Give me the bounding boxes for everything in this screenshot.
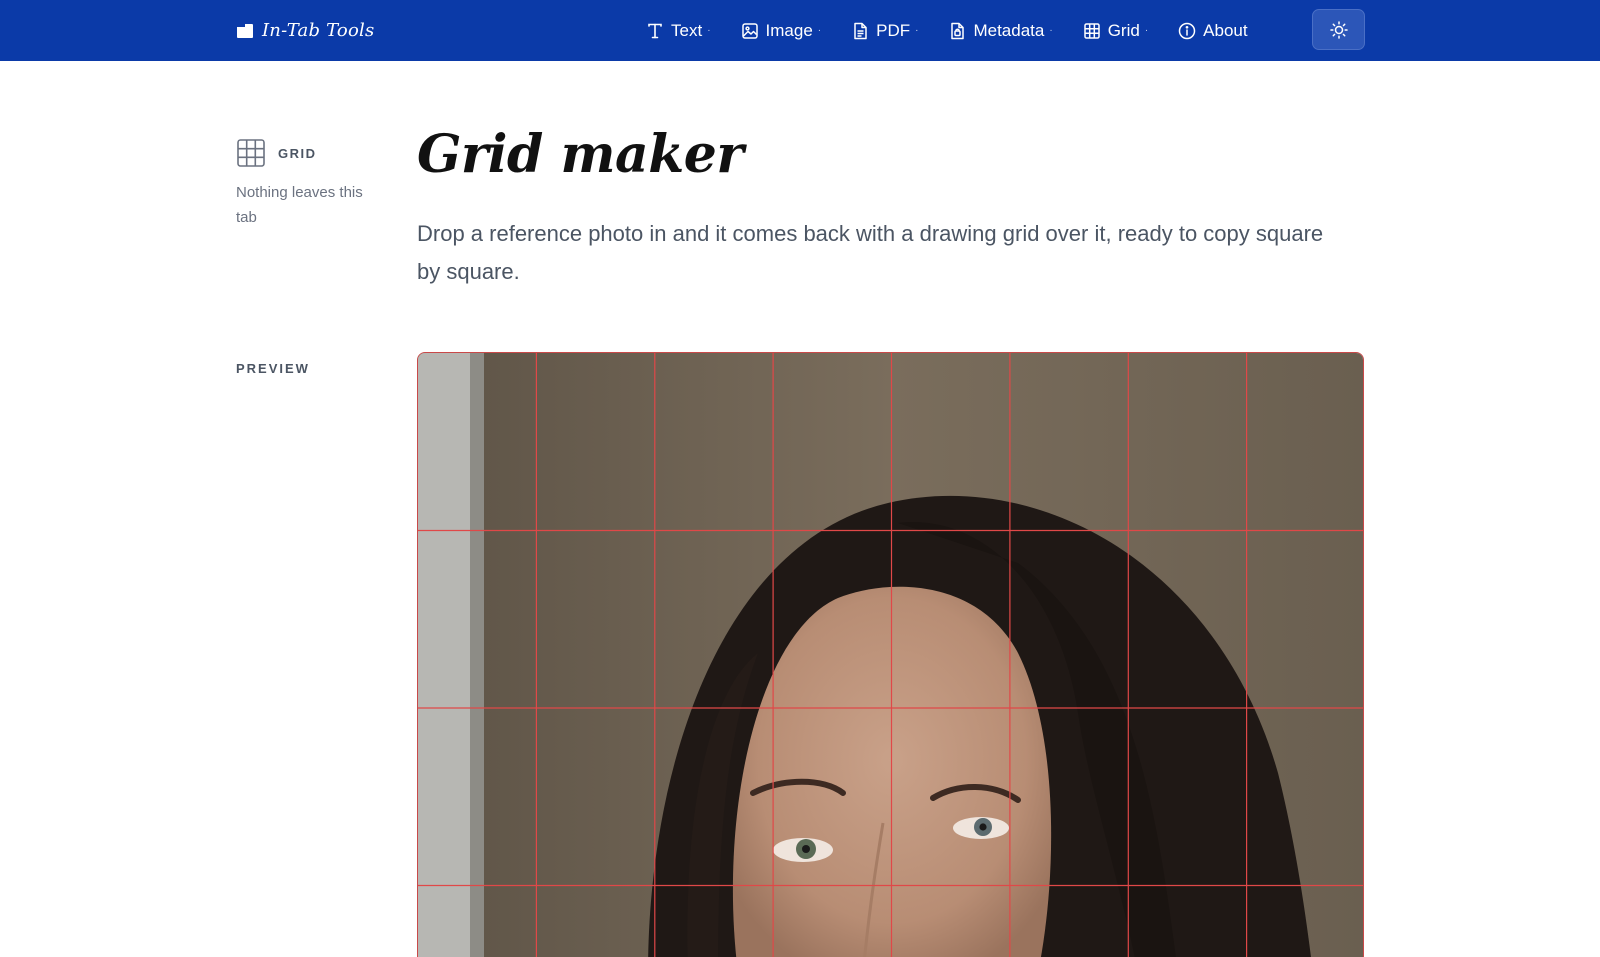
nav-item-text[interactable]: Text · — [646, 11, 711, 51]
nav-item-about[interactable]: About — [1178, 11, 1248, 51]
app-logo-icon — [237, 23, 253, 38]
preview-label: PREVIEW — [236, 361, 310, 376]
page-title: Grid maker — [417, 124, 744, 185]
dropdown-marker: · — [817, 25, 822, 36]
main-nav: Text · Image · PDF · Metadata · Grid · A… — [646, 0, 1278, 61]
page-description: Drop a reference photo in and it comes b… — [417, 221, 1324, 284]
top-nav-bar: In-Tab Tools Text · Image · PDF · Metada… — [0, 0, 1600, 61]
dropdown-marker: · — [915, 25, 919, 36]
nav-label-pdf: PDF — [876, 20, 911, 40]
dropdown-marker: · — [707, 25, 711, 36]
brand-name: In-Tab Tools — [262, 20, 375, 41]
sun-icon — [1329, 20, 1348, 39]
nav-item-grid[interactable]: Grid · — [1083, 11, 1148, 51]
dropdown-marker: · — [1049, 25, 1053, 36]
grid-preview[interactable] — [417, 352, 1364, 957]
grid-icon — [1083, 22, 1100, 39]
dropdown-marker: · — [1144, 25, 1149, 36]
nav-label-about: About — [1203, 20, 1248, 40]
nav-item-pdf[interactable]: PDF · — [851, 11, 918, 51]
nav-label-grid: Grid — [1107, 20, 1140, 40]
pdf-icon — [854, 22, 867, 39]
image-icon — [741, 22, 758, 39]
brand-link[interactable]: In-Tab Tools — [236, 0, 374, 61]
nav-item-metadata[interactable]: Metadata · — [948, 11, 1053, 51]
info-icon — [1178, 22, 1196, 39]
tool-rail: GRID Nothing leaves this tab — [236, 138, 386, 230]
nav-label-image: Image — [765, 20, 813, 40]
privacy-note: Nothing leaves this tab — [236, 184, 363, 226]
nav-label-text: Text — [671, 20, 703, 40]
tool-label-group: GRID — [236, 138, 386, 168]
grid-icon — [237, 139, 265, 167]
theme-toggle-button[interactable] — [1312, 9, 1365, 50]
nav-item-image[interactable]: Image · — [741, 11, 822, 51]
preview-image — [418, 353, 1363, 957]
text-icon — [648, 23, 662, 38]
metadata-icon — [951, 22, 965, 39]
nav-label-metadata: Metadata — [973, 20, 1045, 40]
tool-label: GRID — [278, 145, 317, 161]
